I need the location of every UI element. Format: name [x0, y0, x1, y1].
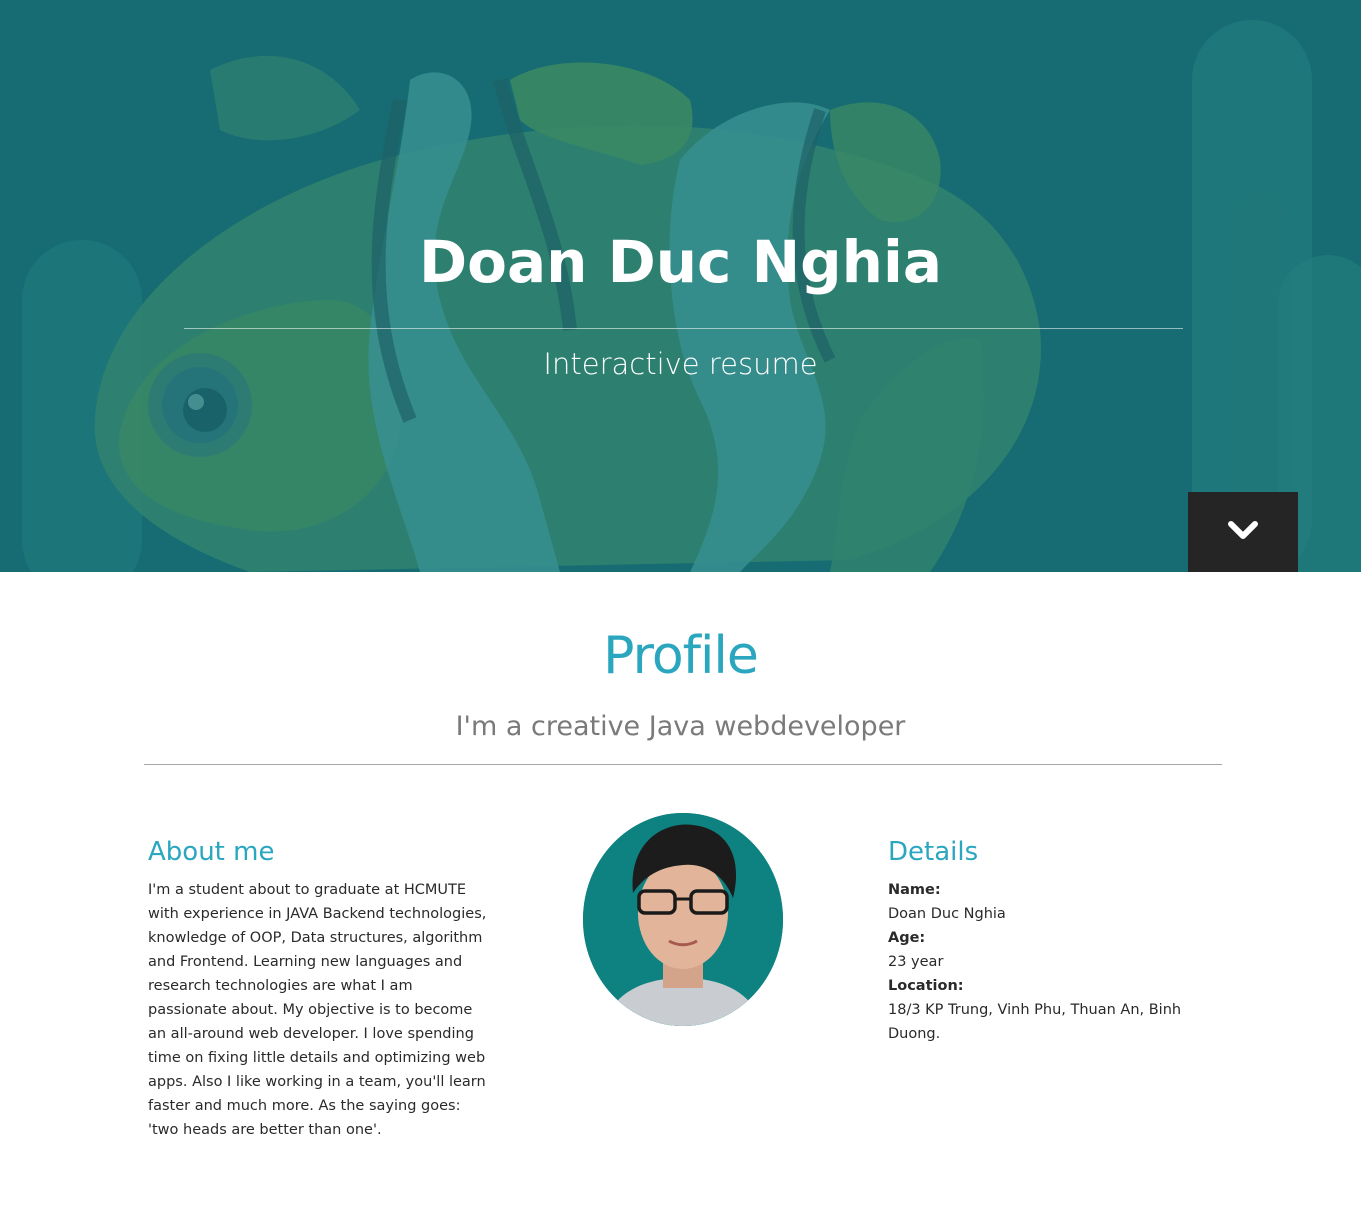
profile-title: Profile	[603, 626, 759, 686]
hero-banner: Doan Duc Nghia Interactive resume	[0, 0, 1361, 572]
location-value: 18/3 KP Trung, Vinh Phu, Thuan An, Binh …	[888, 1002, 1182, 1042]
profile-divider	[144, 764, 1222, 765]
location-label: Location:	[888, 978, 964, 994]
details-list: Name: Doan Duc Nghia Age: 23 year Locati…	[888, 878, 1198, 1046]
age-value: 23 year	[888, 954, 944, 970]
chevron-down-icon	[1227, 520, 1259, 545]
details-heading: Details	[888, 837, 979, 867]
profile-photo-illustration	[583, 813, 783, 1026]
name-label: Name:	[888, 882, 941, 898]
details-column: Details Name: Doan Duc Nghia Age: 23 yea…	[888, 834, 1198, 1046]
age-label: Age:	[888, 930, 926, 946]
about-me-text: I'm a student about to graduate at HCMUT…	[148, 882, 487, 1138]
hero-title: Doan Duc Nghia	[419, 228, 942, 296]
profile-tagline: I'm a creative Java webdeveloper	[455, 711, 906, 742]
profile-photo	[583, 813, 783, 1026]
hero-divider	[184, 328, 1183, 329]
hero-subtitle: Interactive resume	[543, 347, 818, 381]
about-me-heading: About me	[148, 837, 275, 867]
name-value: Doan Duc Nghia	[888, 906, 1006, 922]
scroll-down-button[interactable]	[1188, 492, 1298, 572]
about-me-column: About me I'm a student about to graduate…	[148, 834, 488, 1142]
